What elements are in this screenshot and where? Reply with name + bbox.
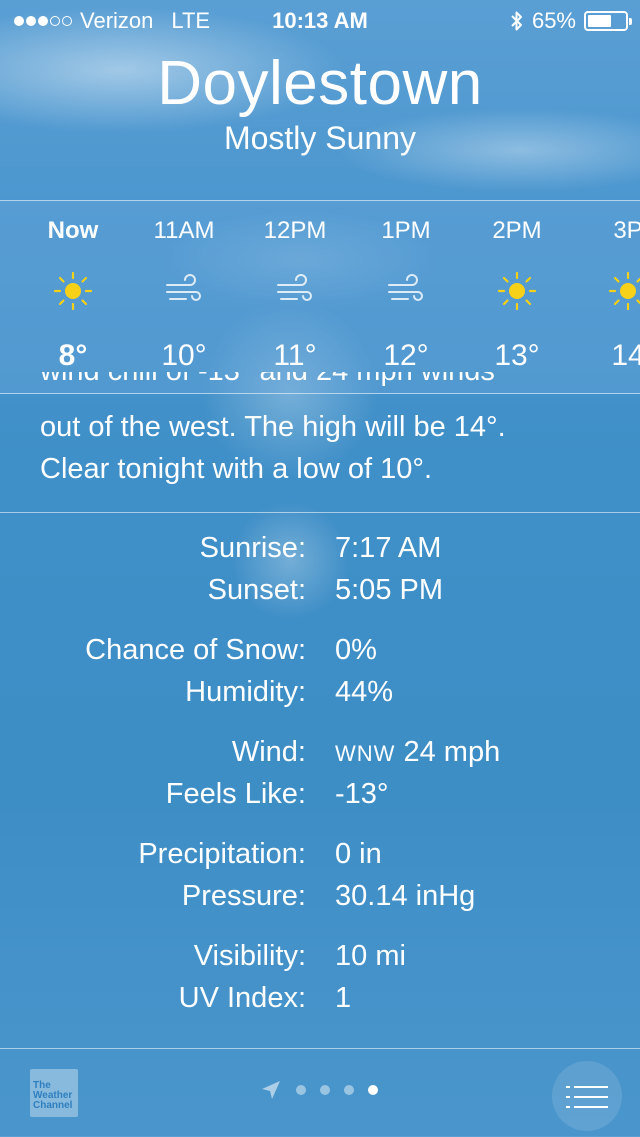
detail-label: UV Index:: [179, 982, 306, 1015]
detail-sunrise: Sunrise: 7:17 AM: [0, 528, 640, 570]
logo-text: Channel: [33, 1101, 78, 1111]
detail-value: 30.14 inHg: [335, 880, 475, 913]
summary-line: Clear tonight with a low of 10°.: [40, 448, 620, 490]
page-dot: [296, 1085, 306, 1095]
detail-value: 44%: [335, 676, 393, 709]
detail-label: Pressure:: [182, 880, 306, 913]
hourly-item: 12PM 11°: [240, 201, 350, 391]
status-right: 65%: [510, 8, 628, 34]
battery-percent: 65%: [532, 8, 576, 34]
detail-label: Wind:: [232, 736, 306, 769]
detail-pressure: Pressure: 30.14 inHg: [0, 876, 640, 918]
status-bar: Verizon LTE 10:13 AM 65%: [0, 0, 640, 40]
detail-value: 0%: [335, 634, 377, 667]
wind-icon: [275, 271, 315, 311]
forecast-summary: wind chill of -13° and 24 mph winds out …: [40, 372, 620, 490]
detail-sunset: Sunset: 5:05 PM: [0, 570, 640, 612]
wind-icon: [164, 271, 204, 311]
detail-value: WNW 24 mph: [335, 736, 500, 769]
battery-icon: [584, 11, 628, 31]
detail-value: 1: [335, 982, 351, 1015]
city-list-button[interactable]: [552, 1061, 622, 1131]
hourly-item: 3P 14: [573, 201, 640, 391]
page-dot: [344, 1085, 354, 1095]
location-arrow-icon: [260, 1079, 282, 1101]
bluetooth-icon: [510, 10, 524, 32]
hour-temperature: 10°: [129, 339, 239, 373]
hour-label: 1PM: [351, 217, 461, 245]
wind-speed: 24 mph: [403, 736, 500, 768]
hourly-forecast[interactable]: Now 8° 11AM 10° 12PM 11° 1PM 12° 2PM 13° 3P 14: [0, 200, 640, 394]
detail-label: Visibility:: [194, 940, 306, 973]
detail-value: 5:05 PM: [335, 574, 443, 607]
weather-channel-logo[interactable]: The Weather Channel: [30, 1069, 78, 1117]
page-dot: [368, 1085, 378, 1095]
hourly-item: 1PM 12°: [351, 201, 461, 391]
hour-label: 11AM: [129, 217, 239, 245]
detail-label: Chance of Snow:: [85, 634, 306, 667]
bottom-toolbar: The Weather Channel: [0, 1048, 640, 1137]
detail-visibility: Visibility: 10 mi: [0, 936, 640, 978]
sun-icon: [53, 271, 93, 311]
detail-precipitation: Precipitation: 0 in: [0, 834, 640, 876]
detail-label: Sunrise:: [200, 532, 306, 565]
hour-label: 3P: [573, 217, 640, 245]
detail-value: 7:17 AM: [335, 532, 441, 565]
detail-label: Precipitation:: [138, 838, 306, 871]
hour-temperature: 11°: [240, 339, 350, 373]
detail-humidity: Humidity: 44%: [0, 672, 640, 714]
hourly-item: 11AM 10°: [129, 201, 239, 391]
hour-temperature: 13°: [462, 339, 572, 373]
city-name: Doylestown: [0, 48, 640, 119]
hourly-item: Now 8°: [18, 201, 128, 391]
detail-value: -13°: [335, 778, 389, 811]
sun-icon: [497, 271, 537, 311]
detail-value: 10 mi: [335, 940, 406, 973]
hour-label: 12PM: [240, 217, 350, 245]
hour-temperature: 12°: [351, 339, 461, 373]
hour-label: Now: [18, 217, 128, 245]
wind-icon: [386, 271, 426, 311]
detail-chance-of-snow: Chance of Snow: 0%: [0, 630, 640, 672]
detail-label: Humidity:: [185, 676, 306, 709]
hour-temperature: 14: [573, 339, 640, 373]
hour-label: 2PM: [462, 217, 572, 245]
sun-icon: [608, 271, 640, 311]
battery-level: [588, 15, 611, 27]
wind-direction: WNW: [335, 741, 395, 766]
page-dot: [320, 1085, 330, 1095]
detail-wind: Wind: WNW 24 mph: [0, 732, 640, 774]
weather-condition: Mostly Sunny: [0, 120, 640, 157]
hourly-item: 2PM 13°: [462, 201, 572, 391]
hour-temperature: 8°: [18, 339, 128, 373]
detail-value: 0 in: [335, 838, 382, 871]
page-indicator[interactable]: [260, 1079, 378, 1101]
detail-label: Feels Like:: [166, 778, 306, 811]
list-icon: [552, 1061, 622, 1131]
detail-label: Sunset:: [208, 574, 306, 607]
detail-feels-like: Feels Like: -13°: [0, 774, 640, 816]
summary-line: wind chill of -13° and 24 mph winds: [40, 372, 620, 392]
summary-line: out of the west. The high will be 14°.: [40, 406, 620, 448]
divider: [0, 512, 640, 513]
detail-uv-index: UV Index: 1: [0, 978, 640, 1020]
